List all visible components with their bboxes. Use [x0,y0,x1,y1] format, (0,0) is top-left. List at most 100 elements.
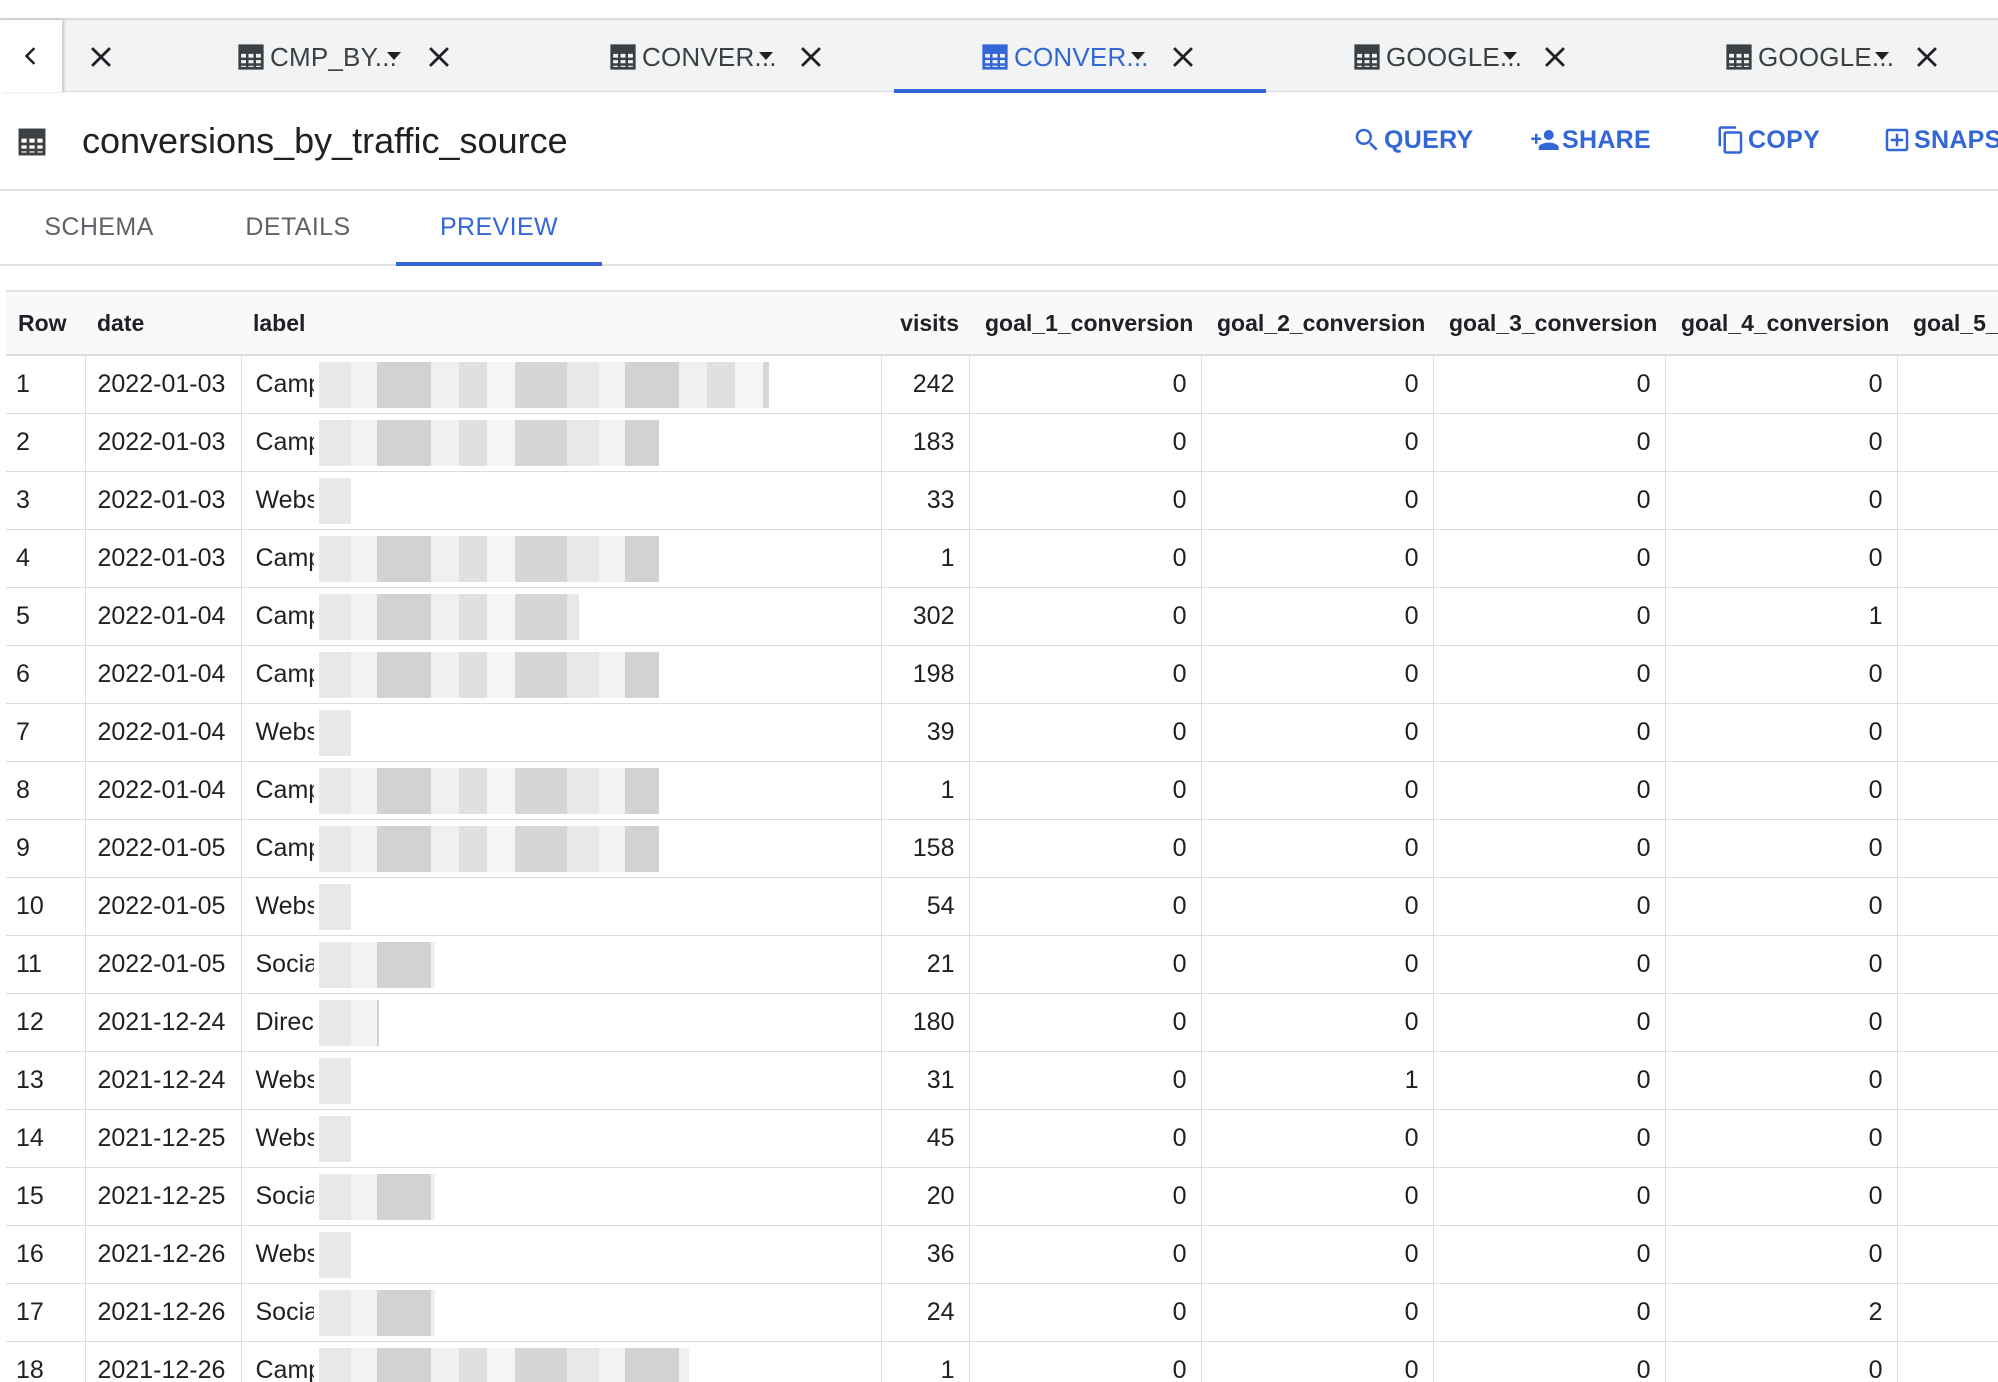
redacted-pixelation [318,1173,435,1220]
cell-row: 5 [6,587,86,646]
cell-label: Websit [241,877,882,936]
close-tab-button[interactable] [1166,40,1200,74]
cell-date: 2022-01-03 [85,529,242,588]
close-tab-button[interactable] [794,40,828,74]
table-header-row: Row date label visits goal_1_conversion … [6,290,1998,356]
cell-goal-4: 1 [1665,587,1898,646]
cell-goal-5 [1897,1225,1998,1284]
cell-goal-1: 0 [969,587,1202,646]
redacted-pixelation [318,1347,689,1382]
tab-schema[interactable]: SCHEMA [22,191,176,264]
table-row: 13 2021-12-24 Websit 31 0 1 0 0 [6,1051,1998,1110]
cell-label: Social [241,1167,882,1226]
redacted-pixelation [318,1115,351,1162]
copy-label: COPY [1748,125,1821,154]
copy-button[interactable]: COPY [1716,122,1820,158]
close-tab-button[interactable] [1910,40,1944,74]
copy-icon [1718,126,1743,154]
scroll-tabs-left-button[interactable] [0,20,62,92]
cell-visits: 1 [881,1341,970,1382]
person-add-icon [1531,130,1559,150]
redacted-pixelation [318,709,351,756]
cell-date: 2022-01-03 [85,355,242,414]
table-row: 9 2022-01-05 Campa 158 0 0 0 0 [6,819,1998,878]
cell-visits: 183 [881,413,970,472]
tab-preview[interactable]: PREVIEW [396,191,602,266]
query-button[interactable]: QUERY [1352,122,1473,158]
cell-label: Websit [241,1109,882,1168]
caret-down-icon[interactable] [1872,48,1892,64]
table-icon [238,44,264,70]
caret-down-icon[interactable] [756,48,776,64]
column-header-goal-3: goal_3_conversion [1433,290,1665,356]
redacted-area [313,703,880,760]
close-tab-button[interactable] [422,40,456,74]
cell-goal-4: 0 [1665,703,1898,762]
column-header-goal-1: goal_1_conversion [969,290,1201,356]
cell-goal-1: 0 [969,645,1202,704]
tab-5[interactable]: GOOGLE... [1638,20,1998,92]
cell-goal-2: 0 [1201,1341,1434,1382]
cell-goal-2: 0 [1201,1109,1434,1168]
redacted-pixelation [318,1057,351,1104]
table-row: 16 2021-12-26 Websit 36 0 0 0 0 [6,1225,1998,1284]
snapshot-button[interactable]: SNAPS [1882,122,1998,158]
caret-down-icon[interactable] [384,48,404,64]
cell-goal-2: 0 [1201,529,1434,588]
cell-goal-4: 0 [1665,529,1898,588]
snapshot-icon [1885,128,1909,152]
cell-date: 2021-12-26 [85,1283,242,1342]
cell-goal-3: 0 [1433,1167,1666,1226]
cell-visits: 31 [881,1051,970,1110]
table-row: 17 2021-12-26 Social 24 0 0 0 2 [6,1283,1998,1342]
redacted-pixelation [318,593,579,640]
cell-row: 8 [6,761,86,820]
cell-goal-3: 0 [1433,529,1666,588]
cell-visits: 1 [881,761,970,820]
resource-header: conversions_by_traffic_source QUERY SHAR… [0,92,1998,191]
cell-goal-2: 0 [1201,471,1434,530]
tab-1[interactable]: CMP_BY... [150,20,522,92]
tab-4[interactable]: GOOGLE... [1266,20,1638,92]
tab-3[interactable]: CONVER... [894,20,1266,93]
cell-date: 2022-01-04 [85,587,242,646]
cell-goal-2: 0 [1201,935,1434,994]
table-row: 11 2022-01-05 Social 21 0 0 0 0 [6,935,1998,994]
cell-date: 2021-12-25 [85,1167,242,1226]
cell-visits: 158 [881,819,970,878]
column-header-label: label [241,290,881,356]
close-tab-button[interactable] [84,40,118,74]
table-icon [610,44,636,70]
cell-goal-5 [1897,529,1998,588]
table-icon [1354,44,1380,70]
tab-details[interactable]: DETAILS [220,191,376,264]
cell-row: 9 [6,819,86,878]
cell-label: Campa [241,819,882,878]
column-header-goal-2: goal_2_conversion [1201,290,1433,356]
cell-goal-4: 0 [1665,645,1898,704]
cell-visits: 33 [881,471,970,530]
cell-goal-4: 0 [1665,471,1898,530]
cell-goal-4: 0 [1665,993,1898,1052]
page-title: conversions_by_traffic_source [82,120,568,161]
redacted-area [313,1225,880,1282]
caret-down-icon[interactable] [1500,48,1520,64]
caret-down-icon[interactable] [1128,48,1148,64]
cell-goal-3: 0 [1433,587,1666,646]
cell-visits: 45 [881,1109,970,1168]
cell-label: Campa [241,587,882,646]
share-button[interactable]: SHARE [1530,122,1651,158]
table-row: 2 2022-01-03 Campa 183 0 0 0 0 [6,413,1998,472]
preview-table-container[interactable]: Row date label visits goal_1_conversion … [6,290,1998,1382]
table-row: 3 2022-01-03 Websit 33 0 0 0 0 [6,471,1998,530]
cell-date: 2022-01-05 [85,877,242,936]
cell-goal-2: 0 [1201,703,1434,762]
cell-goal-3: 0 [1433,1109,1666,1168]
close-tab-button[interactable] [1538,40,1572,74]
tab-2[interactable]: CONVER... [522,20,894,92]
redacted-pixelation [318,477,351,524]
cell-goal-5 [1897,645,1998,704]
cell-label: Social [241,935,882,994]
table-row: 6 2022-01-04 Campa 198 0 0 0 0 [6,645,1998,704]
cell-row: 15 [6,1167,86,1226]
